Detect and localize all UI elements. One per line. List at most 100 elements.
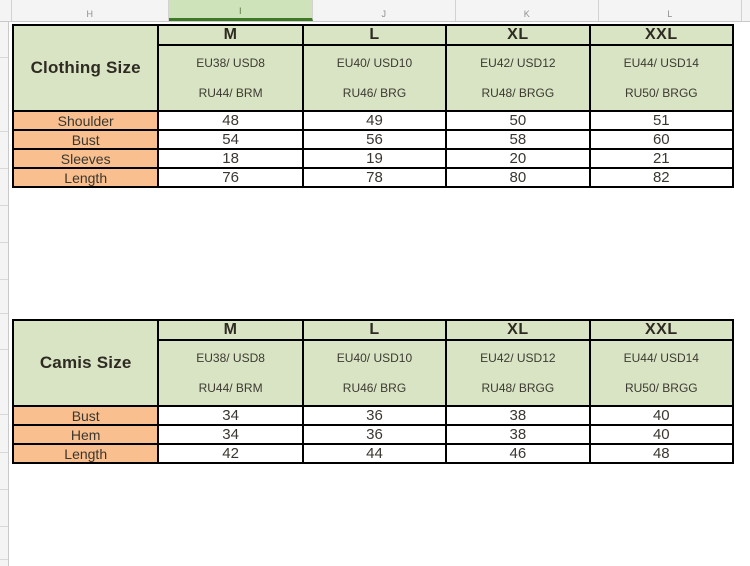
row-header-cell[interactable]	[0, 415, 8, 453]
camis-size-table: Camis Size M L XL XXL EU38/ USD8 RU44/ B…	[11, 319, 735, 464]
table-row: Length 42 44 46 48	[11, 443, 735, 464]
measurement-value: 18	[157, 148, 304, 169]
clothing-size-table: Clothing Size M L XL XXL EU38/ USD8 RU44…	[11, 24, 735, 188]
size-column-name-xxl: XXL	[588, 24, 735, 46]
measurement-value: 49	[301, 110, 448, 131]
measurement-value: 54	[157, 129, 304, 150]
measurement-value: 36	[301, 405, 448, 426]
measurement-label: Bust	[11, 405, 160, 426]
measurement-label: Shoulder	[11, 110, 160, 131]
measurement-value: 38	[445, 424, 591, 445]
spreadsheet-column-header-bar: H I J K L	[0, 0, 750, 22]
column-header-label: L	[667, 9, 673, 19]
row-header-cell[interactable]	[0, 58, 8, 132]
row-header-cell[interactable]	[0, 132, 8, 169]
row-header-cell[interactable]	[0, 314, 8, 350]
size-conversion-line2: RU44/ BRM	[198, 86, 263, 100]
table-row: Sleeves 18 19 20 21	[11, 148, 735, 169]
size-conversion-xxl: EU44/ USD14 RU50/ BRGG	[588, 339, 735, 407]
row-header-cell[interactable]	[0, 206, 8, 243]
measurement-value: 34	[157, 405, 304, 426]
table-row: Bust 54 56 58 60	[11, 129, 735, 150]
measurement-value: 40	[588, 424, 735, 445]
measurement-value: 48	[588, 443, 735, 464]
row-header-cell[interactable]	[0, 350, 8, 415]
size-conversion-line1: EU44/ USD14	[623, 351, 699, 365]
measurement-value: 20	[445, 148, 591, 169]
size-conversion-line2: RU48/ BRGG	[481, 381, 555, 395]
size-column-name-xl: XL	[445, 319, 591, 341]
size-column-name-l: L	[301, 319, 448, 341]
measurement-value: 58	[445, 129, 591, 150]
column-header-spacer	[0, 0, 12, 21]
size-column-name-m: M	[157, 319, 304, 341]
size-conversion-line1: EU44/ USD14	[623, 56, 699, 70]
table-header-row: Clothing Size M L XL XXL	[11, 24, 735, 112]
column-header-j[interactable]: J	[313, 0, 456, 21]
measurement-label: Length	[11, 443, 160, 464]
measurement-value: 36	[301, 424, 448, 445]
measurement-value: 44	[301, 443, 448, 464]
column-header-l[interactable]: L	[599, 0, 742, 21]
size-conversion-line2: RU48/ BRGG	[481, 86, 555, 100]
measurement-value: 46	[445, 443, 591, 464]
row-header-cell[interactable]	[0, 243, 8, 280]
size-conversion-line1: EU42/ USD12	[480, 56, 556, 70]
table-row: Hem 34 36 38 40	[11, 424, 735, 445]
table-row: Bust 34 36 38 40	[11, 405, 735, 426]
table-header-row: Camis Size M L XL XXL	[11, 319, 735, 407]
size-conversion-line1: EU42/ USD12	[480, 351, 556, 365]
measurement-value: 48	[157, 110, 304, 131]
measurement-label: Hem	[11, 424, 160, 445]
size-conversion-m: EU38/ USD8 RU44/ BRM	[157, 339, 304, 407]
column-header-label: J	[381, 9, 387, 19]
measurement-value: 34	[157, 424, 304, 445]
measurement-value: 80	[445, 167, 591, 188]
measurement-label: Sleeves	[11, 148, 160, 169]
measurement-value: 21	[588, 148, 735, 169]
size-column-name-xl: XL	[445, 24, 591, 46]
size-conversion-line2: RU44/ BRM	[198, 381, 263, 395]
size-conversion-xl: EU42/ USD12 RU48/ BRGG	[445, 44, 591, 112]
spreadsheet-row-header-gutter	[0, 22, 9, 566]
column-header-k[interactable]: K	[456, 0, 599, 21]
size-conversion-xxl: EU44/ USD14 RU50/ BRGG	[588, 44, 735, 112]
size-conversion-l: EU40/ USD10 RU46/ BRG	[301, 44, 448, 112]
category-label-cell: Clothing Size	[11, 24, 160, 112]
row-header-cell[interactable]	[0, 280, 8, 314]
row-header-cell[interactable]	[0, 169, 8, 206]
row-header-cell[interactable]	[0, 490, 8, 527]
size-column-name-m: M	[157, 24, 304, 46]
measurement-value: 82	[588, 167, 735, 188]
column-header-h[interactable]: H	[12, 0, 169, 21]
measurement-value: 19	[301, 148, 448, 169]
size-conversion-xl: EU42/ USD12 RU48/ BRGG	[445, 339, 591, 407]
size-conversion-line1: EU38/ USD8	[196, 56, 265, 70]
table-row: Shoulder 48 49 50 51	[11, 110, 735, 131]
size-conversion-line1: EU40/ USD10	[336, 351, 413, 365]
measurement-label: Length	[11, 167, 160, 188]
measurement-value: 78	[301, 167, 448, 188]
size-conversion-l: EU40/ USD10 RU46/ BRG	[301, 339, 448, 407]
size-conversion-m: EU38/ USD8 RU44/ BRM	[157, 44, 304, 112]
column-header-i[interactable]: I	[169, 0, 313, 21]
size-conversion-line1: EU40/ USD10	[336, 56, 413, 70]
column-header-label: K	[523, 9, 531, 19]
size-conversion-line2: RU50/ BRGG	[624, 381, 698, 395]
column-header-label: I	[238, 6, 242, 16]
row-header-cell[interactable]	[0, 453, 8, 490]
measurement-value: 40	[588, 405, 735, 426]
measurement-value: 50	[445, 110, 591, 131]
measurement-label: Bust	[11, 129, 160, 150]
measurement-value: 56	[301, 129, 448, 150]
measurement-value: 51	[588, 110, 735, 131]
row-header-cell[interactable]	[0, 22, 8, 58]
table-row: Length 76 78 80 82	[11, 167, 735, 188]
size-column-name-xxl: XXL	[588, 319, 735, 341]
measurement-value: 38	[445, 405, 591, 426]
size-conversion-line1: EU38/ USD8	[196, 351, 265, 365]
size-conversion-line2: RU50/ BRGG	[624, 86, 698, 100]
column-header-label: H	[86, 9, 94, 19]
size-conversion-line2: RU46/ BRG	[342, 381, 407, 395]
row-header-cell[interactable]	[0, 527, 8, 560]
